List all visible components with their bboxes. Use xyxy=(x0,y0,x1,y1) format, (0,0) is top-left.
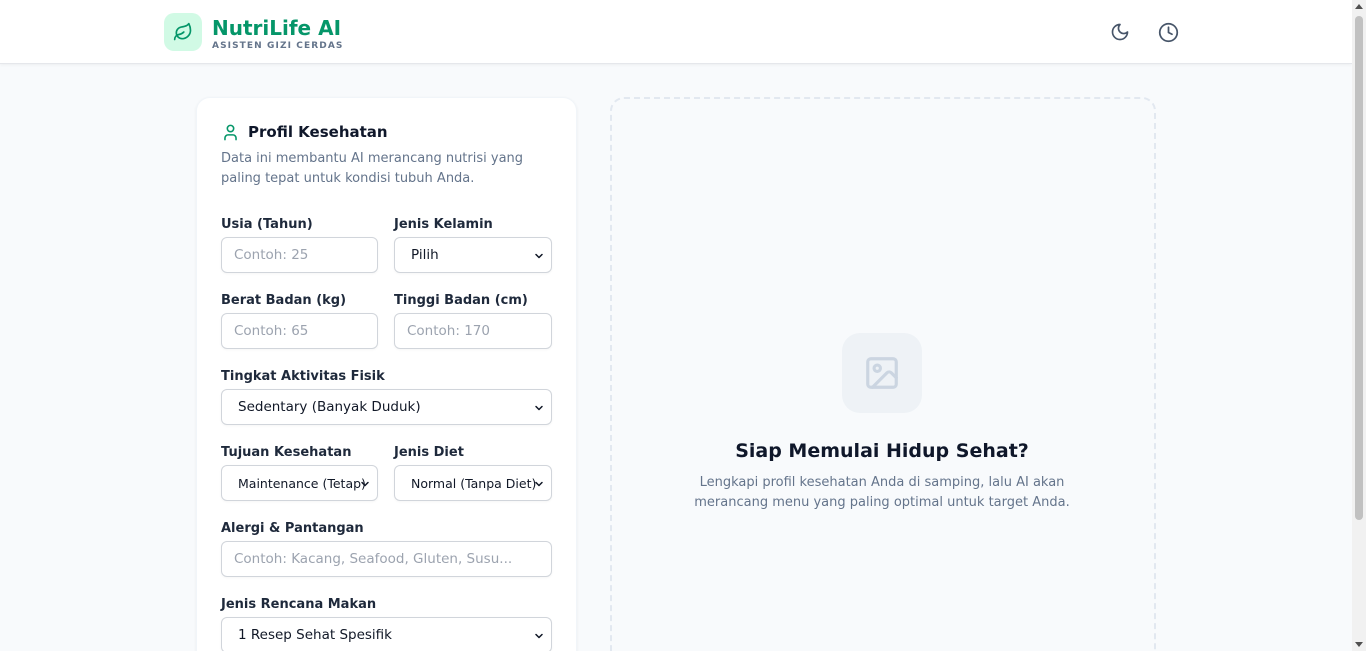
chevron-down-icon xyxy=(535,253,543,259)
gender-select[interactable]: Pilih xyxy=(394,237,552,273)
history-button[interactable] xyxy=(1152,16,1184,48)
chevron-down-icon xyxy=(361,481,369,487)
allergies-input[interactable] xyxy=(221,541,552,577)
clock-icon xyxy=(1158,22,1178,42)
scrollbar-thumb[interactable] xyxy=(1355,16,1363,520)
activity-select-value: Sedentary (Banyak Duduk) xyxy=(238,399,421,415)
allergies-label: Alergi & Pantangan xyxy=(221,521,364,536)
chevron-down-icon xyxy=(535,481,543,487)
goal-select-value: Maintenance (Tetap) xyxy=(238,475,366,491)
user-icon xyxy=(224,124,237,141)
app-header: NutriLife AI ASISTEN GIZI CERDAS xyxy=(0,0,1352,64)
age-input[interactable] xyxy=(221,237,378,273)
page-scrollbar[interactable] xyxy=(1352,0,1366,651)
diet-select[interactable]: Normal (Tanpa Diet) xyxy=(394,465,552,501)
chevron-down-icon xyxy=(535,405,543,411)
goal-select[interactable]: Maintenance (Tetap) xyxy=(221,465,378,501)
gender-label: Jenis Kelamin xyxy=(394,217,493,232)
chevron-down-icon xyxy=(535,633,543,639)
card-title: Profil Kesehatan xyxy=(248,123,388,141)
activity-select[interactable]: Sedentary (Banyak Duduk) xyxy=(221,389,552,425)
scroll-up-arrow-icon[interactable] xyxy=(1355,4,1363,9)
height-input[interactable] xyxy=(394,313,552,349)
empty-state-title: Siap Memulai Hidup Sehat? xyxy=(735,440,1029,462)
gender-select-value: Pilih xyxy=(411,247,439,263)
age-label: Usia (Tahun) xyxy=(221,217,313,232)
height-label: Tinggi Badan (cm) xyxy=(394,293,528,308)
scroll-down-arrow-icon[interactable] xyxy=(1355,642,1363,647)
goal-label: Tujuan Kesehatan xyxy=(221,445,352,460)
empty-state-text: Lengkapi profil kesehatan Anda di sampin… xyxy=(694,475,1070,510)
diet-label: Jenis Diet xyxy=(394,445,464,460)
weight-label: Berat Badan (kg) xyxy=(221,293,347,308)
weight-input[interactable] xyxy=(221,313,378,349)
plan-type-label: Jenis Rencana Makan xyxy=(221,597,377,612)
card-description: Data ini membantu AI merancang nutrisi y… xyxy=(221,151,524,186)
theme-toggle-button[interactable] xyxy=(1104,16,1136,48)
plan-type-select-value: 1 Resep Sehat Spesifik xyxy=(238,627,392,643)
plan-type-select[interactable]: 1 Resep Sehat Spesifik xyxy=(221,617,552,651)
moon-icon xyxy=(1111,23,1129,41)
leaf-icon xyxy=(164,13,202,51)
activity-label: Tingkat Aktivitas Fisik xyxy=(221,369,385,384)
brand-name: NutriLife AI xyxy=(212,16,342,40)
brand-tagline: ASISTEN GIZI CERDAS xyxy=(212,41,344,51)
image-icon xyxy=(842,333,922,413)
diet-select-value: Normal (Tanpa Diet) xyxy=(411,475,537,491)
